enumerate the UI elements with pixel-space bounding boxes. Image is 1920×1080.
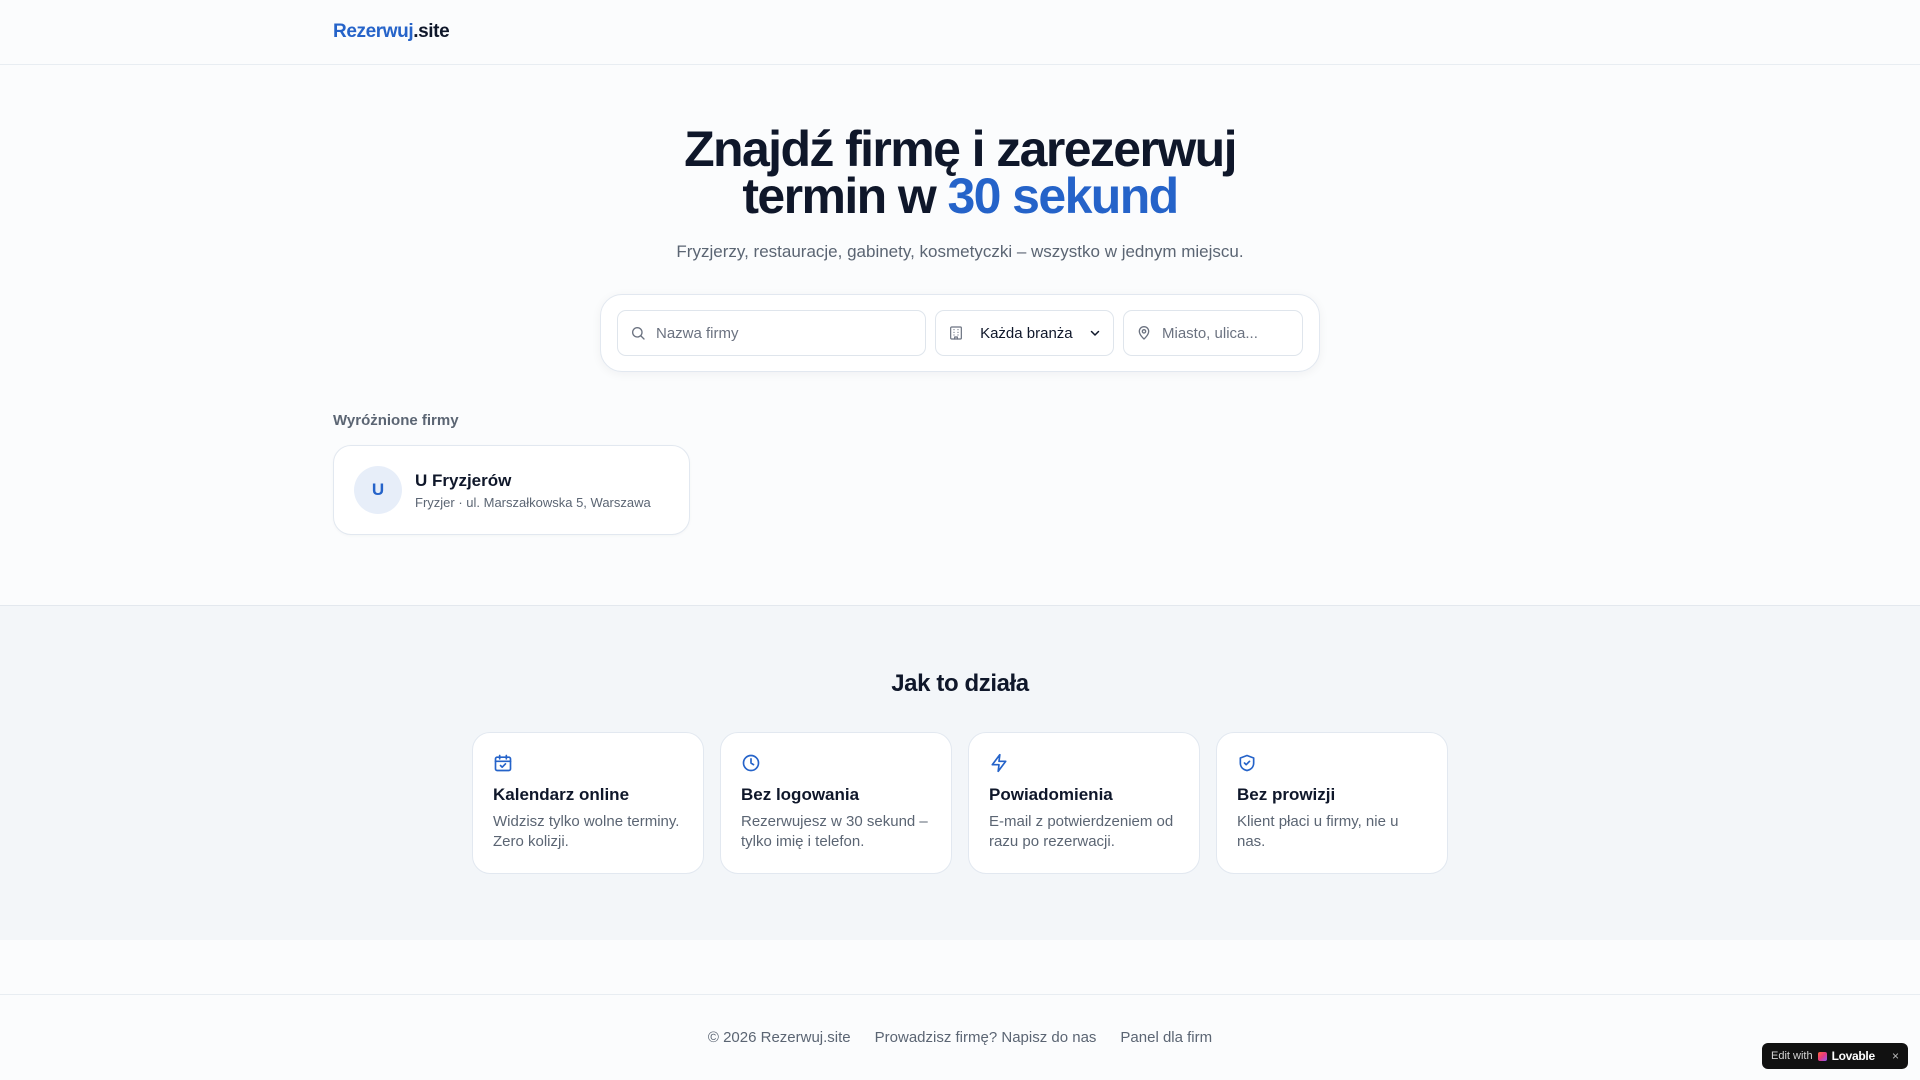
feature-card: Powiadomienia E-mail z potwierdzeniem od… bbox=[968, 732, 1200, 874]
business-name: U Fryzjerów bbox=[415, 470, 512, 490]
edit-with-lovable-badge[interactable]: Edit with Lovable × bbox=[1762, 1043, 1908, 1069]
business-name-field[interactable] bbox=[617, 310, 926, 356]
page: Rezerwuj.site Znajdź firmę i zarezerwuj … bbox=[0, 0, 1920, 1080]
how-it-works-title: Jak to działa bbox=[891, 670, 1029, 697]
business-name-input[interactable] bbox=[656, 324, 913, 342]
shield-check-icon bbox=[1239, 754, 1255, 772]
feature-card-title: Bez logowania bbox=[741, 785, 860, 804]
search-panel: Każda branża bbox=[600, 294, 1320, 372]
feature-card: Kalendarz online Widzisz tylko wolne ter… bbox=[472, 732, 704, 874]
branch-select-value: Każda branża bbox=[980, 324, 1073, 342]
top-bar-inner: Rezerwuj.site bbox=[333, 0, 1587, 64]
lovable-logo-icon bbox=[1817, 1051, 1827, 1061]
branch-select[interactable]: Każda branża bbox=[934, 310, 1114, 356]
featured-title: Wyróżnione firmy bbox=[333, 412, 459, 429]
map-pin-icon bbox=[1138, 326, 1150, 340]
top-bar: Rezerwuj.site bbox=[0, 0, 1920, 65]
feature-card: Bez logowania Rezerwujesz w 30 sekund – … bbox=[720, 732, 952, 874]
badge-prefix: Edit with bbox=[1771, 1050, 1813, 1062]
clock-icon bbox=[742, 754, 760, 772]
footer-panel-link[interactable]: Panel dla firm bbox=[1120, 1029, 1212, 1046]
footer: © 2026 Rezerwuj.site Prowadzisz firmę? N… bbox=[0, 994, 1920, 1080]
logo-accent-text: Rezerwuj bbox=[333, 21, 414, 42]
site-logo[interactable]: Rezerwuj.site bbox=[333, 21, 450, 43]
building-icon bbox=[949, 326, 962, 340]
lightning-icon bbox=[991, 753, 1007, 773]
hero-subtitle: Fryzjerzy, restauracje, gabinety, kosmet… bbox=[676, 242, 1244, 261]
feature-grid: Kalendarz online Widzisz tylko wolne ter… bbox=[472, 732, 1448, 874]
business-meta: Fryzjer · ul. Marszałkowska 5, Warszawa bbox=[415, 494, 651, 510]
footer-contact-link[interactable]: Prowadzisz firmę? Napisz do nas bbox=[875, 1029, 1097, 1046]
hero-title-accent: 30 sekund bbox=[947, 168, 1179, 224]
business-avatar: U bbox=[354, 466, 402, 514]
hero-section: Znajdź firmę i zarezerwuj termin w 30 se… bbox=[0, 65, 1920, 372]
feature-card-text: Klient płaci u firmy, nie u nas. bbox=[1237, 813, 1399, 850]
feature-card-text: Rezerwujesz w 30 sekund – tylko imię i t… bbox=[741, 813, 928, 850]
badge-brand: Lovable bbox=[1831, 1049, 1876, 1063]
hero-title-line2-prefix: termin w bbox=[742, 168, 948, 224]
feature-card: Bez prowizji Klient płaci u firmy, nie u… bbox=[1216, 732, 1448, 874]
business-info: U Fryzjerów Fryzjer · ul. Marszałkowska … bbox=[415, 471, 651, 510]
footer-copyright: © 2026 Rezerwuj.site bbox=[707, 1029, 851, 1046]
location-field[interactable] bbox=[1123, 310, 1303, 356]
featured-section: Wyróżnione firmy U U Fryzjerów Fryzjer ·… bbox=[333, 412, 1587, 535]
feature-card-text: Widzisz tylko wolne terminy. Zero kolizj… bbox=[493, 813, 680, 850]
calendar-check-icon bbox=[494, 754, 512, 772]
logo-rest-text: .site bbox=[413, 21, 450, 42]
hero-title: Znajdź firmę i zarezerwuj termin w 30 se… bbox=[0, 124, 1920, 221]
business-card[interactable]: U U Fryzjerów Fryzjer · ul. Marszałkowsk… bbox=[333, 445, 690, 535]
location-input[interactable] bbox=[1162, 324, 1290, 342]
feature-card-title: Powiadomienia bbox=[989, 785, 1113, 804]
chevron-down-icon bbox=[1090, 330, 1100, 336]
feature-card-title: Bez prowizji bbox=[1237, 785, 1336, 804]
how-it-works-section: Jak to działa Kalendarz online Widzisz t… bbox=[0, 605, 1920, 940]
search-icon bbox=[632, 327, 645, 340]
feature-card-title: Kalendarz online bbox=[493, 785, 630, 804]
close-icon[interactable]: × bbox=[1892, 1049, 1899, 1063]
feature-card-text: E-mail z potwierdzeniem od razu po rezer… bbox=[989, 813, 1174, 850]
